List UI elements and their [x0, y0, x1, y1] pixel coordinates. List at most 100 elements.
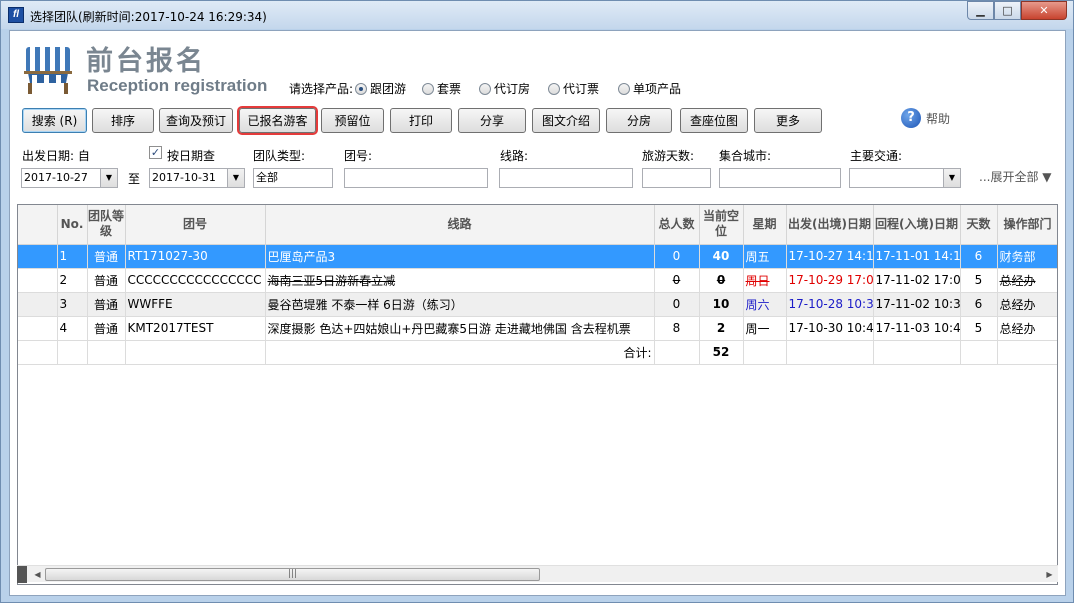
header-selector[interactable] [18, 205, 58, 245]
cell-team: CCCCCCCCCCCCCCCC [125, 268, 266, 293]
sort-button[interactable]: 排序 [92, 108, 154, 133]
cell-depart: 17-10-29 17:04 [786, 268, 874, 293]
header-no[interactable]: No. [57, 205, 88, 245]
cell-return: 17-11-02 17:04 [873, 268, 961, 293]
cell-depart: 17-10-28 10:33 [786, 292, 874, 317]
scroll-left-icon[interactable]: ◀ [29, 566, 46, 583]
header-route[interactable]: 线路 [265, 205, 655, 245]
radio-group-single[interactable]: 单项产品 [618, 80, 681, 97]
more-button[interactable]: 更多 [754, 108, 822, 133]
search-button[interactable]: 搜索 (R) [22, 108, 87, 133]
cell-route: 深度摄影 色达+四姑娘山+丹巴藏寨5日游 走进藏地佛国 含去程机票 [265, 316, 655, 341]
cell-return: 17-11-01 14:17 [873, 244, 961, 269]
main-panel: 前台报名 Reception registration 请选择产品: 跟团游 套… [9, 30, 1066, 596]
cell-dept: 财务部 [997, 244, 1057, 269]
registered-tourists-button[interactable]: 已报名游客 [237, 106, 318, 135]
title-bar[interactable]: fl 选择团队(刷新时间:2017-10-24 16:29:34) ▁ □ ✕ [1, 1, 1073, 29]
row-selector [18, 340, 58, 365]
days-field[interactable] [642, 168, 711, 188]
depart-date-label: 出发日期: 自 [22, 149, 90, 163]
cell-no: 4 [57, 316, 88, 341]
maximize-button[interactable]: □ [994, 1, 1021, 20]
empty-cell [654, 340, 700, 365]
header-depart[interactable]: 出发(出境)日期 [786, 205, 874, 245]
caret-down-icon: ▼ [1042, 170, 1052, 184]
cell-days: 5 [960, 316, 998, 341]
minimize-button[interactable]: ▁ [967, 1, 994, 20]
radio-group-package[interactable]: 套票 [422, 80, 461, 97]
help-icon: ? [901, 108, 921, 128]
table-row[interactable]: 4 普通 KMT2017TEST 深度摄影 色达+四姑娘山+丹巴藏寨5日游 走进… [18, 316, 1057, 341]
header-return[interactable]: 回程(入境)日期 [873, 205, 961, 245]
cell-dept: 总经办 [997, 268, 1057, 293]
close-button[interactable]: ✕ [1021, 1, 1067, 20]
radio-group-tour[interactable]: 跟团游 [355, 80, 406, 97]
cell-route: 海南三亚5日游新春立减 [265, 268, 655, 293]
days-label: 旅游天数: [642, 149, 695, 163]
team-type-field[interactable]: 全部 [253, 168, 333, 188]
route-field[interactable] [499, 168, 633, 188]
row-selector[interactable] [18, 316, 58, 341]
header-vacant[interactable]: 当前空位 [699, 205, 744, 245]
cell-days: 6 [960, 244, 998, 269]
print-button[interactable]: 打印 [390, 108, 452, 133]
team-type-label: 团队类型: [253, 149, 306, 163]
rooms-button[interactable]: 分房 [606, 108, 672, 133]
radio-group-hotel[interactable]: 代订房 [479, 80, 530, 97]
header-team[interactable]: 团号 [125, 205, 266, 245]
by-date-label: 按日期查 [167, 149, 216, 163]
radio-icon[interactable] [548, 82, 560, 95]
chevron-down-icon[interactable]: ▼ [227, 169, 244, 187]
table-row[interactable]: 2 普通 CCCCCCCCCCCCCCCC 海南三亚5日游新春立减 0 0 周日… [18, 268, 1057, 293]
total-label: 合计: [265, 340, 655, 365]
table-row[interactable]: 1 普通 RT171027-30 巴厘岛产品3 0 40 周五 17-10-27… [18, 244, 1057, 269]
help-button[interactable]: ? 帮助 [901, 108, 950, 128]
header-total[interactable]: 总人数 [654, 205, 700, 245]
radio-icon[interactable] [618, 82, 630, 95]
empty-cell [873, 340, 961, 365]
chevron-down-icon[interactable]: ▼ [943, 169, 960, 187]
window-title: 选择团队(刷新时间:2017-10-24 16:29:34) [30, 10, 267, 24]
row-selector[interactable] [18, 292, 58, 317]
expand-all-link[interactable]: ...展开全部 ▼ [979, 168, 1052, 185]
total-vacant: 52 [699, 340, 744, 365]
table-total-row: 合计: 52 [18, 340, 1057, 365]
radio-group-ticket[interactable]: 代订票 [548, 80, 599, 97]
date-to-dropdown[interactable]: 2017-10-31 ▼ [149, 168, 245, 188]
query-book-button[interactable]: 查询及预订 [159, 108, 233, 133]
expand-all-label: ...展开全部 [979, 170, 1039, 184]
date-from-dropdown[interactable]: 2017-10-27 ▼ [21, 168, 118, 188]
scroll-thumb[interactable]: ||| [45, 568, 540, 581]
cell-vacant: 10 [699, 292, 744, 317]
header-weekday[interactable]: 星期 [743, 205, 787, 245]
cell-weekday: 周六 [743, 292, 787, 317]
horizontal-scrollbar[interactable]: ◀ ||| ▶ [17, 565, 1058, 583]
close-icon: ✕ [1039, 4, 1049, 17]
by-date-checkbox[interactable]: ✓ [149, 146, 162, 159]
radio-label: 代订房 [494, 82, 531, 96]
radio-checked-icon[interactable] [355, 82, 367, 95]
transport-dropdown[interactable]: ▼ [849, 168, 961, 188]
row-selector[interactable] [18, 244, 58, 269]
row-selector[interactable] [18, 268, 58, 293]
cell-weekday: 周五 [743, 244, 787, 269]
share-button[interactable]: 分享 [458, 108, 526, 133]
cell-team: WWFFE [125, 292, 266, 317]
city-field[interactable] [719, 168, 841, 188]
intro-button[interactable]: 图文介绍 [532, 108, 600, 133]
radio-icon[interactable] [422, 82, 434, 95]
chevron-down-icon[interactable]: ▼ [100, 169, 117, 187]
table-row[interactable]: 3 普通 WWFFE 曼谷芭堤雅 不泰一样 6日游（练习） 0 10 周六 17… [18, 292, 1057, 317]
header-dept[interactable]: 操作部门 [997, 205, 1057, 245]
reserve-button[interactable]: 预留位 [321, 108, 384, 133]
header-level[interactable]: 团队等级 [87, 205, 126, 245]
cell-weekday: 周一 [743, 316, 787, 341]
radio-icon[interactable] [479, 82, 491, 95]
seat-map-button[interactable]: 查座位图 [680, 108, 748, 133]
scroll-right-icon[interactable]: ▶ [1041, 566, 1058, 583]
team-no-field[interactable] [344, 168, 488, 188]
help-label: 帮助 [926, 111, 951, 126]
empty-cell [786, 340, 874, 365]
page-subtitle: Reception registration [87, 76, 268, 95]
header-days[interactable]: 天数 [960, 205, 998, 245]
